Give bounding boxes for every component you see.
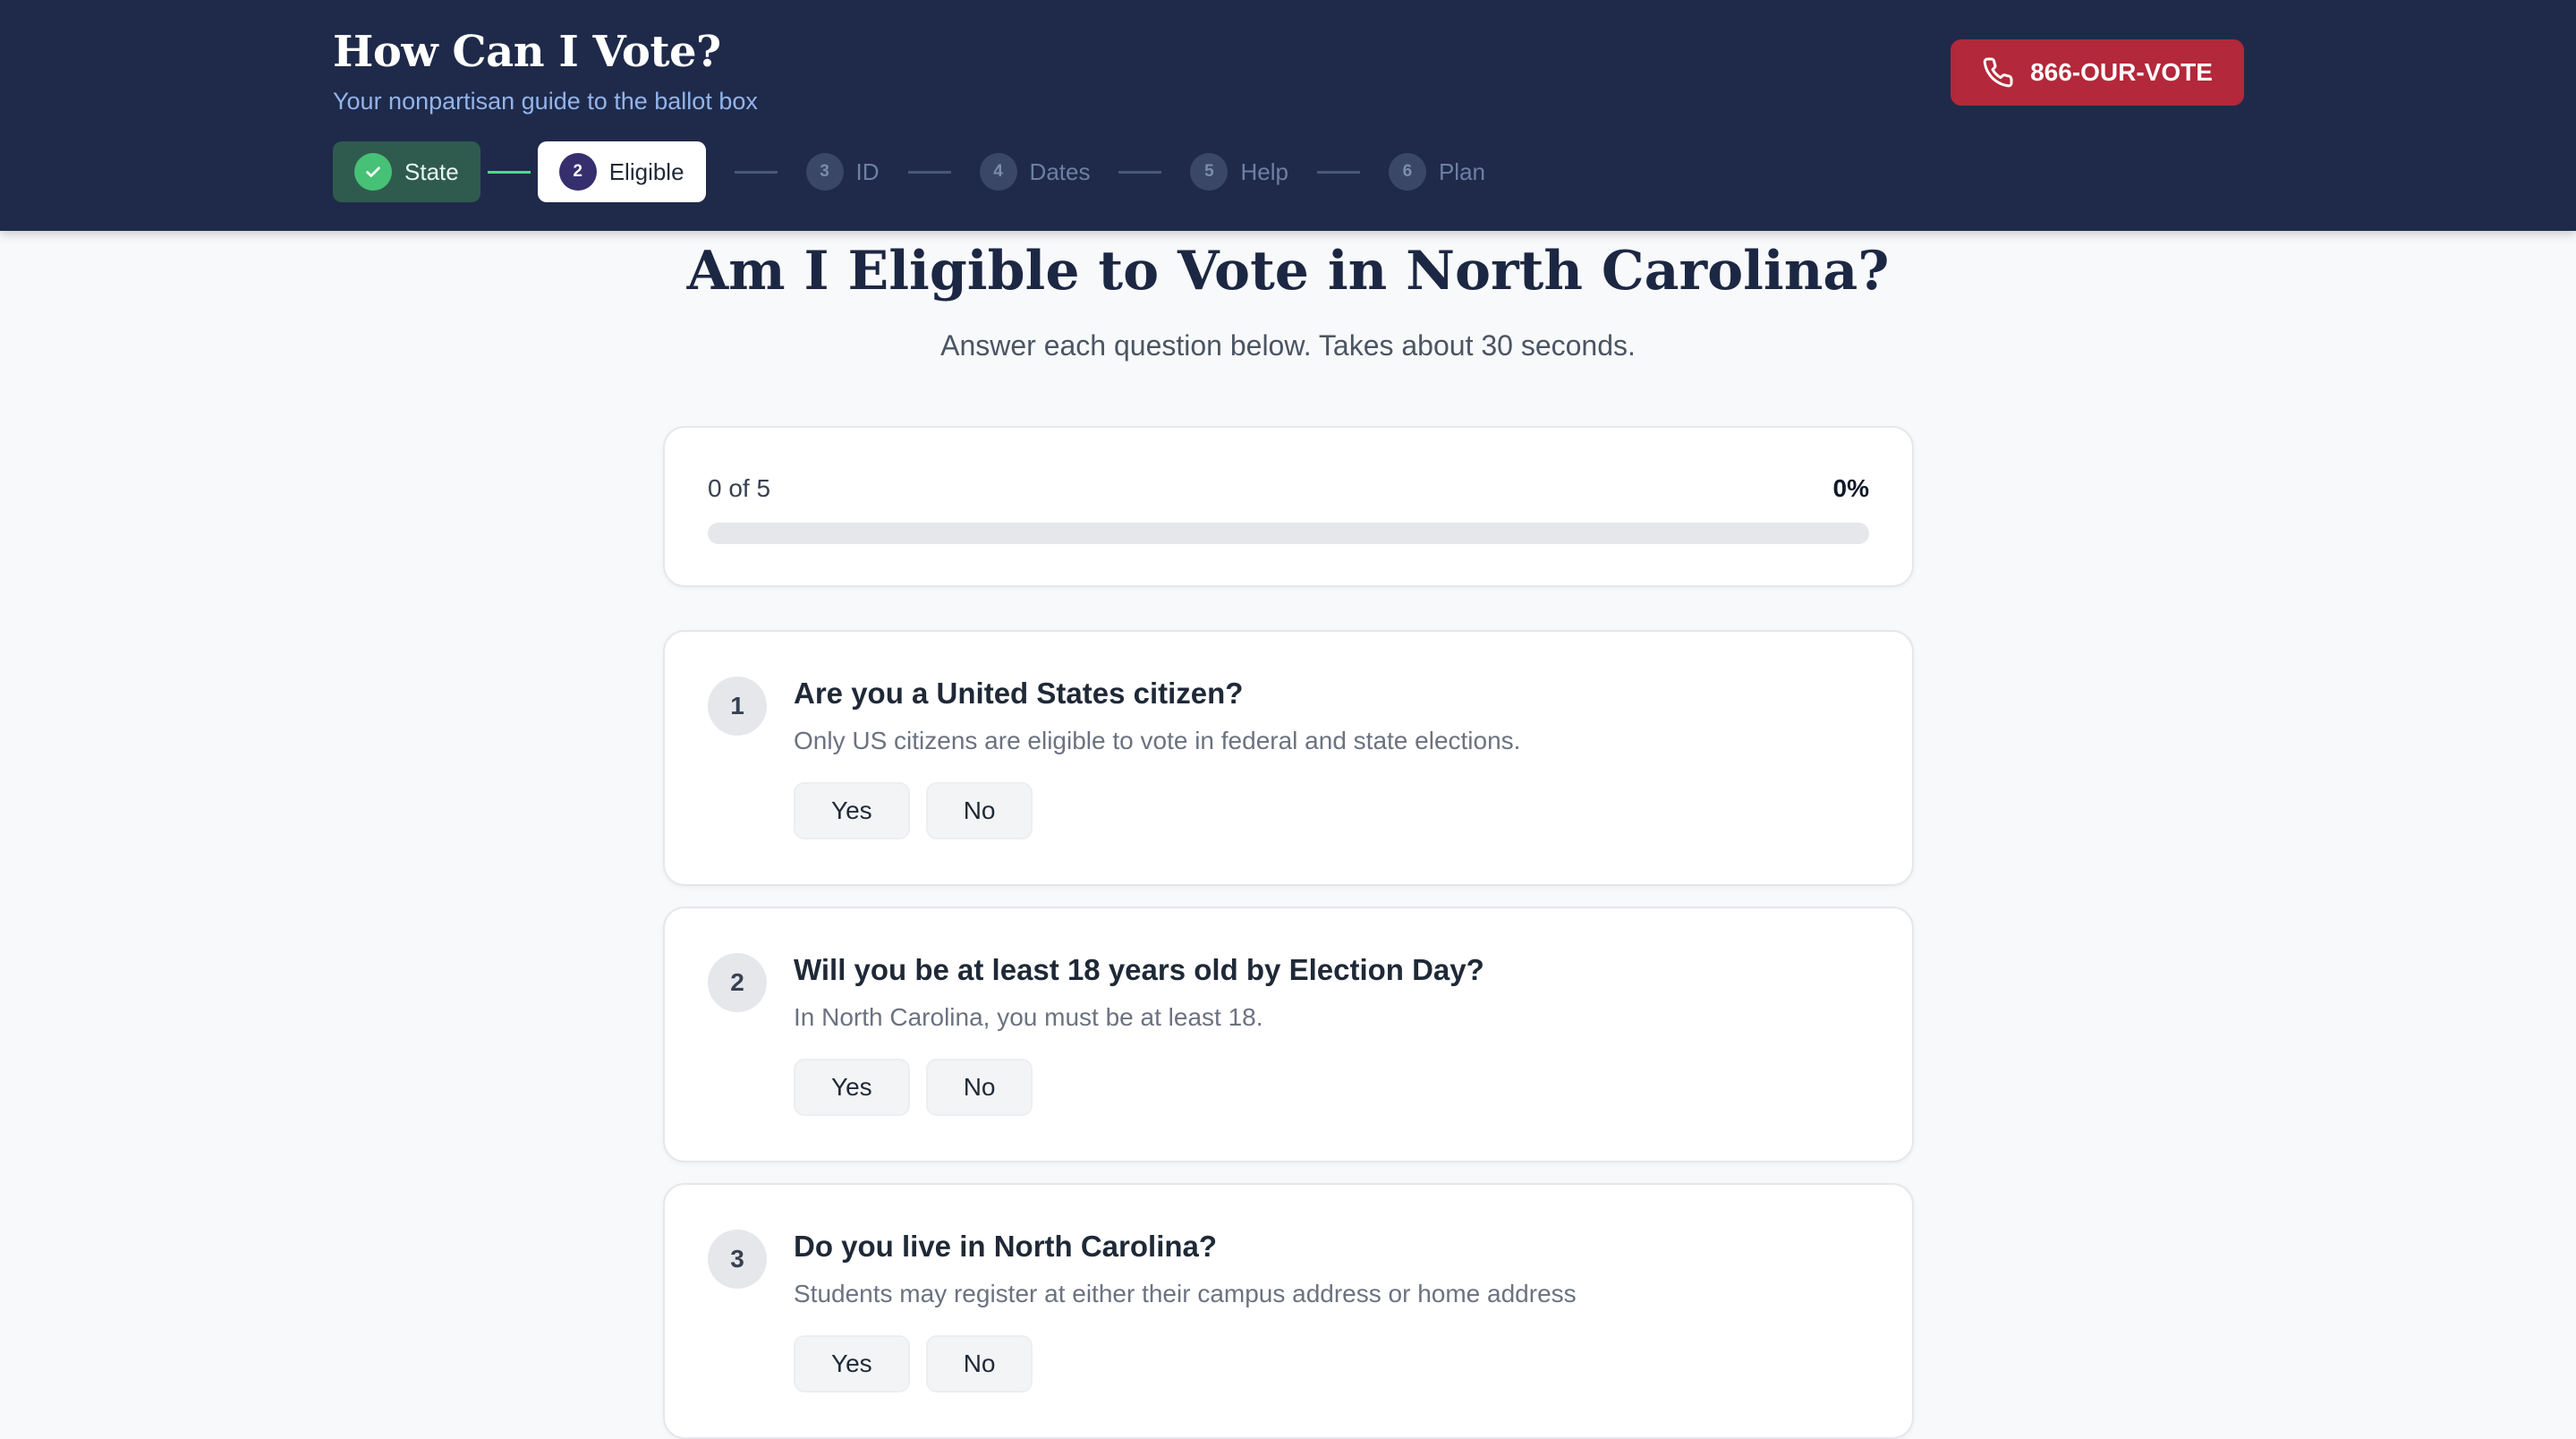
phone-icon xyxy=(1983,57,2013,88)
question-number: 1 xyxy=(708,677,767,736)
step-help[interactable]: 5 Help xyxy=(1190,141,1288,202)
step-plan[interactable]: 6 Plan xyxy=(1388,141,1485,202)
step-connector xyxy=(1316,170,1360,174)
step-number: 6 xyxy=(1388,153,1426,191)
step-dates[interactable]: 4 Dates xyxy=(979,141,1091,202)
site-title[interactable]: How Can I Vote? xyxy=(333,27,721,77)
yes-button[interactable]: Yes xyxy=(794,782,910,839)
page-subtitle: Answer each question below. Takes about … xyxy=(940,329,1636,362)
step-label: State xyxy=(404,158,459,185)
no-button[interactable]: No xyxy=(925,782,1033,839)
progress-percent: 0% xyxy=(1832,474,1869,502)
step-label: Eligible xyxy=(608,158,684,185)
step-connector xyxy=(1118,170,1162,174)
step-label: Help xyxy=(1240,158,1288,185)
yes-button[interactable]: Yes xyxy=(794,1335,910,1392)
progress-stepper: State 2 Eligible 3 ID 4 Dates 5 Help 6 P… xyxy=(333,141,1485,202)
no-button[interactable]: No xyxy=(925,1335,1033,1392)
question-description: In North Carolina, you must be at least … xyxy=(794,1003,1263,1031)
step-eligible[interactable]: 2 Eligible xyxy=(537,141,706,202)
question-card: 2 Will you be at least 18 years old by E… xyxy=(663,907,1914,1162)
step-label: Dates xyxy=(1029,158,1091,185)
question-number: 2 xyxy=(708,953,767,1012)
hotline-button[interactable]: 866-OUR-VOTE xyxy=(1951,39,2244,106)
step-id[interactable]: 3 ID xyxy=(805,141,880,202)
step-number: 5 xyxy=(1190,153,1228,191)
progress-bar xyxy=(708,523,1869,544)
answer-buttons: Yes No xyxy=(794,1335,1033,1392)
yes-button[interactable]: Yes xyxy=(794,1059,910,1116)
question-description: Students may register at either their ca… xyxy=(794,1280,1577,1307)
no-button[interactable]: No xyxy=(925,1059,1033,1116)
question-description: Only US citizens are eligible to vote in… xyxy=(794,727,1521,754)
step-state[interactable]: State xyxy=(333,141,480,202)
step-label: ID xyxy=(855,158,880,185)
progress-card: 0 of 5 0% xyxy=(663,426,1914,587)
answer-buttons: Yes No xyxy=(794,782,1033,839)
page-title: Am I Eligible to Vote in North Carolina? xyxy=(686,240,1890,302)
question-title: Will you be at least 18 years old by Ele… xyxy=(794,953,1484,986)
step-connector xyxy=(487,170,531,174)
question-title: Do you live in North Carolina? xyxy=(794,1230,1218,1263)
step-number: 4 xyxy=(979,153,1017,191)
site-header: How Can I Vote? Your nonpartisan guide t… xyxy=(0,0,2576,231)
question-card: 3 Do you live in North Carolina? Student… xyxy=(663,1183,1914,1439)
progress-count: 0 of 5 xyxy=(708,474,771,502)
question-card: 1 Are you a United States citizen? Only … xyxy=(663,630,1914,886)
check-icon xyxy=(354,153,392,191)
question-number: 3 xyxy=(708,1230,767,1289)
step-number: 3 xyxy=(805,153,844,191)
step-number: 2 xyxy=(558,153,597,191)
hotline-label: 866-OUR-VOTE xyxy=(2030,58,2213,86)
site-tagline: Your nonpartisan guide to the ballot box xyxy=(333,88,758,115)
question-title: Are you a United States citizen? xyxy=(794,677,1244,710)
step-connector xyxy=(734,170,778,174)
step-connector xyxy=(907,170,951,174)
answer-buttons: Yes No xyxy=(794,1059,1033,1116)
step-label: Plan xyxy=(1438,158,1485,185)
